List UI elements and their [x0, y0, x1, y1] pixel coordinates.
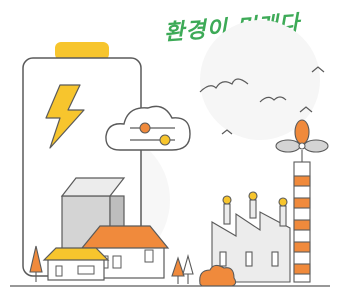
- small-house: [42, 247, 110, 281]
- bush: [199, 264, 237, 287]
- illustration-scene: [10, 20, 330, 287]
